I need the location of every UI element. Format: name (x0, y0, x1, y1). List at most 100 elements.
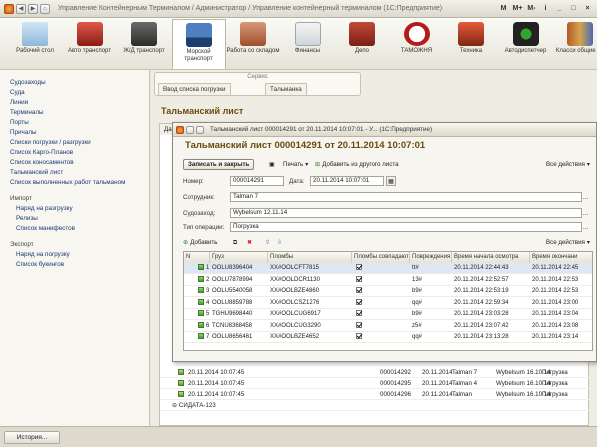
date-field[interactable]: 20.11.2014 10:07:01 (310, 176, 384, 186)
save-icon[interactable]: ▣ (269, 159, 275, 170)
checkbox-checked[interactable] (356, 275, 362, 282)
background-row[interactable]: 20.11.2014 10:07:45 000014295 20.11.2014 Ta… (160, 378, 590, 389)
operation-type-field[interactable]: Погрузка (230, 222, 582, 232)
column-header[interactable]: Груз (210, 252, 268, 263)
add-row-button[interactable]: ⊕ Добавить (183, 237, 218, 248)
cell-seal[interactable]: XX#OOLCUG3290 (268, 321, 352, 332)
toolbar-item-6[interactable]: Депо (335, 22, 389, 55)
dialog-save-icon[interactable] (186, 125, 194, 134)
sidebar-export-item[interactable]: Список букингов (10, 260, 149, 270)
background-row[interactable]: 20.11.2014 10:07:45 000014296 20.11.2014 Ta… (160, 389, 590, 400)
sidebar-import-item[interactable]: Релизы (10, 214, 149, 224)
cell-match[interactable] (352, 309, 410, 320)
cell-match[interactable] (352, 321, 410, 332)
group-row[interactable]: ⊖ СИДАТА-123 (160, 400, 590, 411)
cell-seal[interactable]: XX#OOLCUG6917 (268, 309, 352, 320)
cell-match[interactable] (352, 332, 410, 343)
cell-start[interactable]: 20.11.2014 23:03:28 (452, 309, 530, 320)
title-control-0[interactable]: M (498, 3, 509, 14)
sidebar-item[interactable]: Причалы (10, 128, 149, 138)
checkbox-checked[interactable] (356, 287, 362, 293)
home-icon[interactable]: ⌂ (40, 3, 50, 14)
column-header[interactable]: Пломбы совпадают (352, 252, 410, 263)
service-load-list[interactable]: Ввод списка погрузки (158, 83, 231, 96)
cell-end[interactable]: 20.11.2014 23:00 (530, 298, 592, 309)
cell-cargo[interactable]: OOLU8656461 (210, 332, 268, 343)
column-header[interactable]: N (184, 252, 210, 263)
save-close-button[interactable]: Записать и закрыть (183, 159, 255, 170)
cell-seal[interactable]: XX#OOLCFT7815 (268, 263, 352, 274)
checkbox-checked[interactable] (356, 310, 362, 316)
toolbar-item-5[interactable]: Финансы (281, 22, 335, 55)
print-button[interactable]: Печать ▾ (283, 159, 308, 170)
add-from-sheet-button[interactable]: ⊞ Добавить из другого листа (315, 159, 399, 170)
toolbar-item-4[interactable]: Работа со складом (226, 22, 280, 55)
column-header[interactable]: Повреждения (410, 252, 452, 263)
sidebar-item[interactable]: Списки погрузки / разгрузки (10, 138, 149, 148)
cell-start[interactable]: 20.11.2014 22:44:43 (452, 263, 530, 274)
sidebar-item[interactable]: Список коносаментов (10, 158, 149, 168)
table-actions-button[interactable]: Все действия ▾ (546, 237, 590, 248)
sidebar-import-item[interactable]: Список манифестов (10, 224, 149, 234)
dialog-link-icon[interactable] (196, 125, 204, 134)
copy-icon[interactable]: ⧉ (233, 237, 237, 248)
table-row[interactable]: 6 TCNU8368458 XX#OOLCUG3290 z5# 20.11.2014 2… (184, 321, 592, 332)
toolbar-item-2[interactable]: Ж/Д транспорт (117, 22, 171, 55)
cell-damage[interactable]: tt# (410, 263, 452, 274)
employee-field[interactable]: Talman 7 (230, 192, 582, 202)
sidebar-item[interactable]: Порты (10, 118, 149, 128)
cell-start[interactable]: 20.11.2014 23:13:28 (452, 332, 530, 343)
toolbar-item-9[interactable]: Автодиспетчер (499, 22, 553, 55)
cell-start[interactable]: 20.11.2014 22:53:19 (452, 286, 530, 297)
cell-cargo[interactable]: OOLU8859788 (210, 298, 268, 309)
sidebar-item[interactable]: Список выполненных работ тальманом (10, 178, 149, 188)
title-control-4[interactable]: _ (554, 3, 565, 14)
operation-type-select-button[interactable]: ... (583, 222, 588, 233)
cell-damage[interactable]: qq# (410, 332, 452, 343)
sidebar-import-item[interactable]: Наряд на разгрузку (10, 204, 149, 214)
checkbox-checked[interactable] (356, 321, 362, 328)
dialog-logo-icon[interactable] (176, 125, 184, 134)
back-icon[interactable]: ◀ (16, 3, 26, 14)
cell-seal[interactable]: XX#OOLCSZ1276 (268, 298, 352, 309)
column-header[interactable]: Пломбы (268, 252, 352, 263)
ship-call-select-button[interactable]: ... (583, 208, 588, 219)
cell-damage[interactable]: 13# (410, 275, 452, 286)
cell-damage[interactable]: b9# (410, 309, 452, 320)
cell-cargo[interactable]: OOLU8396404 (210, 263, 268, 274)
all-actions-button[interactable]: Все действия ▾ (546, 159, 590, 170)
service-tally[interactable]: Тальманка (265, 83, 307, 96)
toolbar-item-1[interactable]: Авто транспорт (63, 22, 117, 55)
title-control-6[interactable]: × (582, 3, 593, 14)
cell-end[interactable]: 20.11.2014 22:53 (530, 286, 592, 297)
sidebar-item[interactable]: Тальманский лист (10, 168, 149, 178)
cell-end[interactable]: 20.11.2014 23:08 (530, 321, 592, 332)
column-header[interactable]: Время окончани (530, 252, 592, 263)
toolbar-item-10[interactable]: Класси общие да (553, 22, 597, 55)
table-row[interactable]: 4 OOLU8859788 XX#OOLCSZ1276 qq# 20.11.2014 2… (184, 298, 592, 309)
history-button[interactable]: История... (4, 431, 60, 444)
cell-end[interactable]: 20.11.2014 22:45 (530, 263, 592, 274)
sidebar-item[interactable]: Терминалы (10, 108, 149, 118)
cell-start[interactable]: 20.11.2014 23:07:42 (452, 321, 530, 332)
sidebar-item[interactable]: Список Карго-Планов (10, 148, 149, 158)
cell-damage[interactable]: b9# (410, 286, 452, 297)
cell-end[interactable]: 20.11.2014 22:53 (530, 275, 592, 286)
cell-seal[interactable]: XX#OOLBZE4652 (268, 332, 352, 343)
forward-icon[interactable]: ▶ (28, 3, 38, 14)
title-control-5[interactable]: □ (568, 3, 579, 14)
table-row[interactable]: 7 OOLU8656461 XX#OOLBZE4652 qq# 20.11.2014 2… (184, 332, 592, 343)
toolbar-item-8[interactable]: Техника (444, 22, 498, 55)
move-down-icon[interactable]: ⇩ (277, 237, 282, 248)
calendar-icon[interactable]: ▦ (386, 176, 396, 186)
app-logo-icon[interactable] (4, 3, 14, 14)
cell-cargo[interactable]: TCNU8368458 (210, 321, 268, 332)
sidebar-item[interactable]: Судозаходы (10, 78, 149, 88)
title-control-3[interactable]: i (540, 3, 551, 14)
table-row[interactable]: 3 OOLU5540058 XX#OOLBZE4860 b9# 20.11.2014 2… (184, 286, 592, 297)
cell-match[interactable] (352, 275, 410, 286)
sidebar-export-item[interactable]: Наряд на погрузку (10, 250, 149, 260)
cell-end[interactable]: 20.11.2014 23:04 (530, 309, 592, 320)
column-header[interactable]: Время начала осмотра (452, 252, 530, 263)
cell-match[interactable] (352, 298, 410, 309)
